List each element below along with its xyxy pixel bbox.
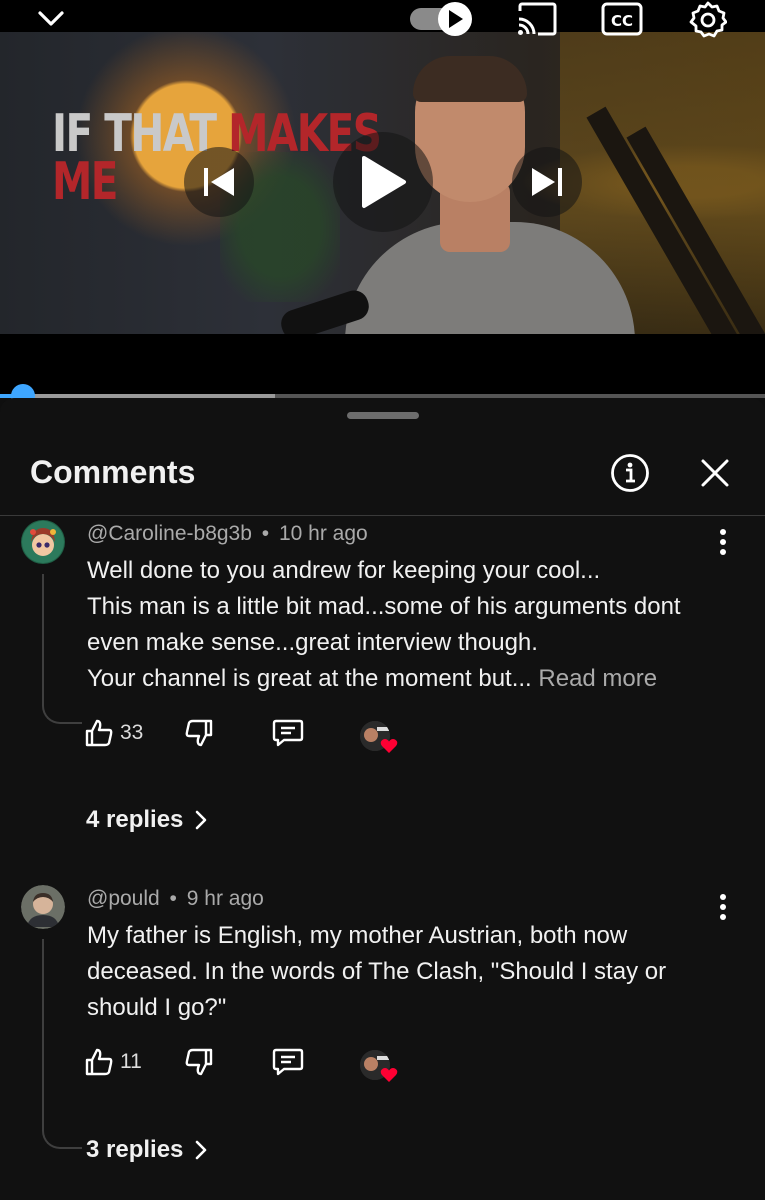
like-count: 11 [120,1050,142,1073]
comment-meta: @Caroline-b8g3b • 10 hr ago [87,522,368,546]
close-button[interactable] [695,453,735,493]
thumbs-down-icon [185,719,213,747]
comment-menu-button[interactable] [712,893,734,921]
comment-text: Well done to you andrew for keeping your… [87,553,727,697]
reply-button[interactable] [272,1047,304,1077]
like-button[interactable]: 33 [84,718,143,748]
comment-author[interactable]: @pould [87,887,160,910]
thumbs-up-icon [85,719,113,747]
view-replies-button[interactable]: 4 replies [86,806,207,834]
player-top-controls: CC [0,0,765,38]
panel-title: Comments [30,454,196,490]
video-frame[interactable]: IF THAT MAKES ME [0,32,765,334]
reply-comment-icon [272,719,304,747]
comment-actions: 11 [84,1047,444,1083]
view-replies-button[interactable]: 3 replies [86,1136,207,1164]
close-icon [701,459,729,487]
meta-separator: • [261,522,270,545]
comment-meta: @pould • 9 hr ago [87,887,264,911]
chevron-down-icon [38,11,64,26]
dislike-button[interactable] [184,1047,214,1077]
next-icon [532,168,562,196]
replies-count: 3 replies [86,1136,184,1163]
info-button[interactable] [610,453,650,493]
thread-line [42,574,82,724]
heart-icon [380,739,398,753]
play-icon [362,156,406,208]
avatar[interactable] [21,520,65,564]
autoplay-toggle-icon [410,2,472,36]
thread-line [42,939,82,1149]
info-icon [611,454,649,492]
comments-panel: Comments @Caroline-b8g3b • 10 hr ago Wel… [0,398,765,1200]
video-player[interactable]: IF THAT MAKES ME CC [0,0,765,408]
read-more-link[interactable]: Read more [538,665,657,692]
thumbs-up-icon [85,1048,113,1076]
cast-button[interactable] [515,0,559,38]
more-vert-icon [720,529,726,555]
comment-item: @Caroline-b8g3b • 10 hr ago Well done to… [0,516,765,846]
closed-captions-icon: CC [601,2,643,36]
chevron-right-icon [196,810,207,830]
next-button[interactable] [512,147,582,217]
comment-item: @pould • 9 hr ago My father is English, … [0,881,765,1200]
caption-red-2: ME [52,152,119,212]
replies-count: 4 replies [86,806,184,833]
comment-menu-button[interactable] [712,528,734,556]
drag-handle[interactable] [347,412,419,419]
settings-button[interactable] [688,0,728,40]
comment-body: My father is English, my mother Austrian… [87,922,667,1021]
previous-icon [204,168,234,196]
comment-author[interactable]: @Caroline-b8g3b [87,522,252,545]
avatar-photo-icon [21,885,65,929]
previous-button[interactable] [184,147,254,217]
minimize-button[interactable] [34,4,68,34]
comment-actions: 33 [84,718,444,754]
autoplay-toggle[interactable] [408,0,476,38]
svg-text:CC: CC [611,12,633,30]
avatar-cartoon-icon [22,521,64,563]
more-vert-icon [720,894,726,920]
thumbs-down-icon [185,1048,213,1076]
comment-time: 9 hr ago [186,887,264,910]
avatar[interactable] [21,885,65,929]
cast-icon [518,2,557,36]
like-button[interactable]: 11 [84,1047,142,1077]
chevron-right-icon [196,1140,207,1160]
heart-icon [380,1068,398,1082]
reply-comment-icon [272,1048,304,1076]
captions-button[interactable]: CC [601,1,643,37]
comment-time: 10 hr ago [278,522,368,545]
comment-text: My father is English, my mother Austrian… [87,918,727,1026]
person-hair [413,56,527,102]
dislike-button[interactable] [184,718,214,748]
play-button[interactable] [333,132,433,232]
settings-gear-icon [689,1,727,38]
like-count: 33 [120,721,144,744]
meta-separator: • [169,887,177,910]
reply-button[interactable] [272,718,304,748]
